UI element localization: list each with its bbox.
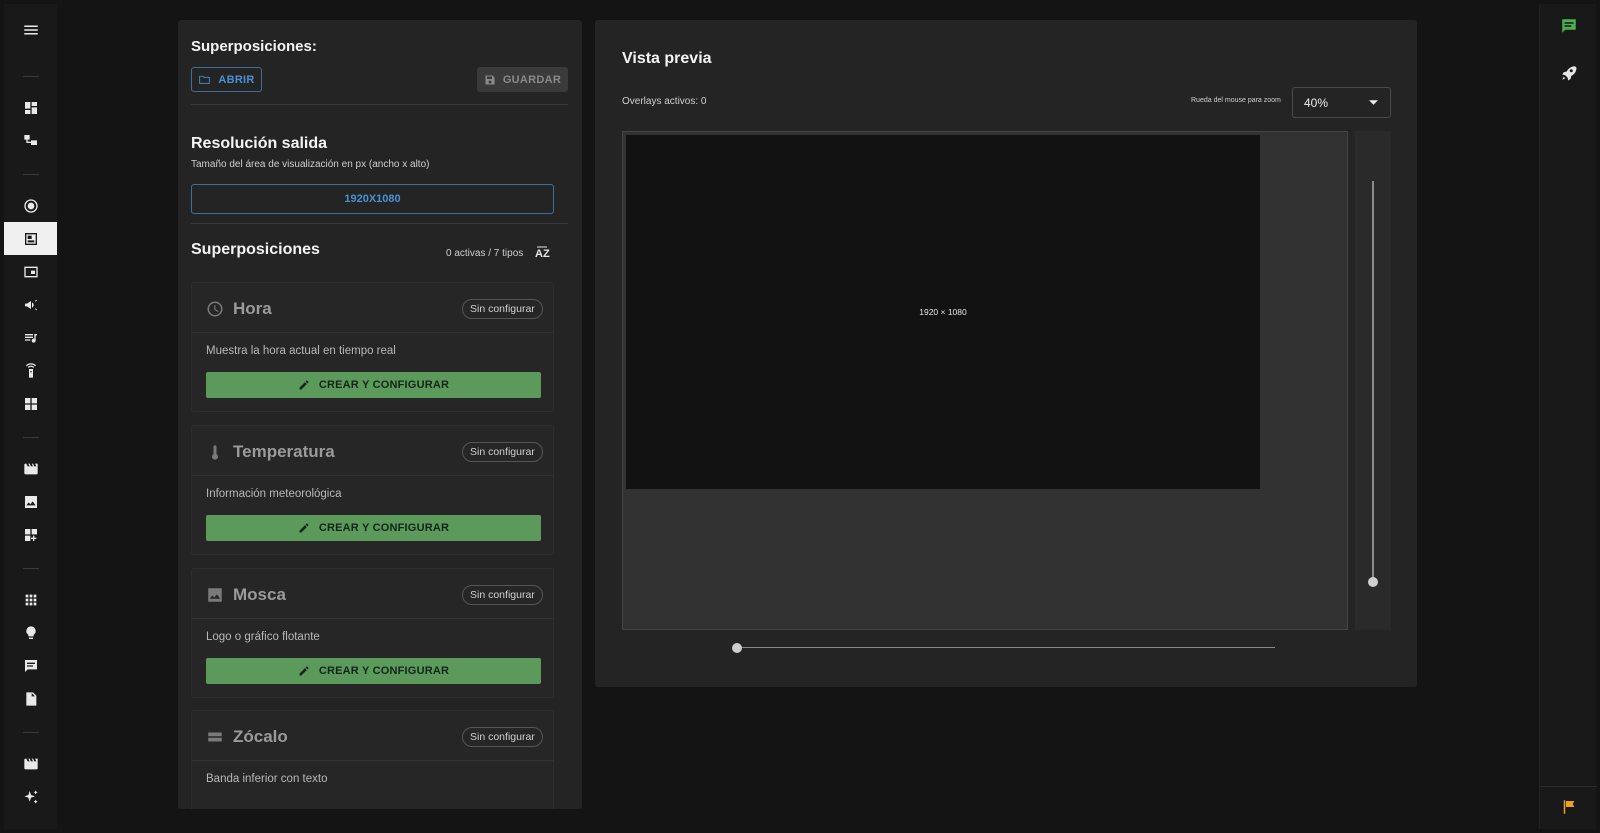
horizontal-scroll-thumb[interactable] bbox=[732, 643, 742, 653]
create-configure-label: CREAR Y CONFIGURAR bbox=[318, 665, 450, 677]
sparkle-icon[interactable] bbox=[4, 780, 57, 813]
resolution-subtitle: Tamaño del área de visualización en px (… bbox=[191, 159, 430, 170]
hierarchy-icon[interactable] bbox=[4, 124, 57, 157]
add-widget-icon[interactable] bbox=[4, 518, 57, 551]
movie-icon[interactable] bbox=[4, 452, 57, 485]
app-frame: Superposiciones: ABRIR GUARDAR Resolució… bbox=[0, 0, 1600, 833]
overlays-heading: Superposiciones: bbox=[191, 38, 317, 55]
document-icon[interactable] bbox=[4, 682, 57, 715]
image-icon[interactable] bbox=[4, 485, 57, 518]
menu-icon[interactable] bbox=[4, 13, 57, 46]
overlays-count: 0 activas / 7 tipos bbox=[446, 248, 524, 259]
left-navigation bbox=[4, 4, 57, 829]
open-button[interactable]: ABRIR bbox=[191, 67, 262, 92]
nav-divider bbox=[23, 437, 39, 438]
card-description: Información meteorológica bbox=[206, 488, 342, 500]
clock-icon bbox=[206, 300, 224, 318]
overlay-card-hora: Hora Sin configurar Muestra la hora actu… bbox=[191, 282, 554, 412]
card-title: Mosca bbox=[233, 585, 286, 604]
canvas-size-label: 1920 × 1080 bbox=[919, 307, 967, 317]
create-configure-label: CREAR Y CONFIGURAR bbox=[318, 379, 450, 391]
status-chip: Sin configurar bbox=[462, 299, 543, 319]
apps-grid-icon[interactable] bbox=[4, 583, 57, 616]
status-chip: Sin configurar bbox=[462, 442, 543, 462]
thermometer-icon bbox=[206, 443, 224, 461]
lower-third-icon bbox=[206, 728, 224, 746]
rail-divider bbox=[1540, 786, 1597, 787]
overlay-card-temperatura: Temperatura Sin configurar Información m… bbox=[191, 425, 554, 555]
resolution-field[interactable]: 1920X1080 bbox=[191, 184, 554, 214]
lightbulb-icon[interactable] bbox=[4, 616, 57, 649]
card-title: Temperatura bbox=[233, 442, 335, 461]
image-icon bbox=[206, 586, 224, 604]
preview-title: Vista previa bbox=[622, 50, 712, 67]
dashboard-icon[interactable] bbox=[4, 91, 57, 124]
pencil-icon bbox=[299, 666, 309, 676]
create-configure-button[interactable]: CREAR Y CONFIGURAR bbox=[206, 372, 541, 398]
chat-icon[interactable] bbox=[4, 649, 57, 682]
nav-divider bbox=[23, 76, 39, 77]
zoom-hint: Rueda del mouse para zoom bbox=[1191, 97, 1281, 104]
preview-panel: Vista previa Overlays activos: 0 Rueda d… bbox=[595, 20, 1417, 687]
card-header: Zócalo Sin configurar bbox=[192, 711, 553, 761]
status-chip: Sin configurar bbox=[462, 585, 543, 605]
widgets-icon[interactable] bbox=[4, 387, 57, 420]
horizontal-scroll-track[interactable] bbox=[737, 647, 1275, 648]
preview-canvas[interactable]: 1920 × 1080 bbox=[626, 135, 1260, 489]
sort-az-icon[interactable]: AZ bbox=[534, 245, 552, 261]
section-divider bbox=[191, 223, 568, 224]
zoom-select[interactable]: 40% bbox=[1292, 87, 1391, 118]
save-icon bbox=[485, 75, 495, 84]
create-configure-button[interactable]: CREAR Y CONFIGURAR bbox=[206, 658, 541, 684]
playlist-icon[interactable] bbox=[4, 321, 57, 354]
overlay-icon[interactable] bbox=[4, 222, 57, 255]
create-configure-label: CREAR Y CONFIGURAR bbox=[318, 522, 450, 534]
right-rail bbox=[1539, 4, 1597, 829]
nav-divider bbox=[23, 732, 39, 733]
nav-divider bbox=[23, 174, 39, 175]
open-button-label: ABRIR bbox=[218, 73, 255, 86]
card-description: Muestra la hora actual en tiempo real bbox=[206, 345, 396, 357]
preview-area[interactable]: 1920 × 1080 bbox=[622, 131, 1348, 630]
film-icon[interactable] bbox=[4, 747, 57, 780]
card-header: Temperatura Sin configurar bbox=[192, 426, 553, 476]
overlays-panel: Superposiciones: ABRIR GUARDAR Resolució… bbox=[178, 20, 582, 809]
remote-icon[interactable] bbox=[4, 354, 57, 387]
zoom-value: 40% bbox=[1304, 95, 1329, 110]
save-button-label: GUARDAR bbox=[502, 73, 562, 86]
card-header: Mosca Sin configurar bbox=[192, 569, 553, 619]
record-icon[interactable] bbox=[4, 189, 57, 222]
card-title: Zócalo bbox=[233, 727, 288, 746]
save-button[interactable]: GUARDAR bbox=[477, 67, 568, 92]
chat-icon[interactable] bbox=[1540, 11, 1597, 41]
picture-in-picture-icon[interactable] bbox=[4, 255, 57, 288]
dropdown-arrow-icon bbox=[1369, 100, 1378, 105]
svg-text:AZ: AZ bbox=[535, 248, 550, 260]
vertical-scroll-thumb[interactable] bbox=[1368, 577, 1378, 587]
megaphone-icon[interactable] bbox=[4, 288, 57, 321]
overlay-card-zocalo: Zócalo Sin configurar Banda inferior con… bbox=[191, 710, 554, 809]
flag-icon[interactable] bbox=[1540, 792, 1597, 822]
pencil-icon bbox=[299, 380, 309, 390]
overlay-card-mosca: Mosca Sin configurar Logo o gráfico flot… bbox=[191, 568, 554, 698]
active-overlays-count: Overlays activos: 0 bbox=[622, 96, 707, 107]
card-description: Banda inferior con texto bbox=[206, 773, 328, 785]
overlays-list-title: Superposiciones bbox=[191, 241, 320, 258]
folder-icon bbox=[199, 75, 211, 84]
section-divider bbox=[191, 104, 568, 105]
resolution-title: Resolución salida bbox=[191, 135, 328, 152]
create-configure-button[interactable]: CREAR Y CONFIGURAR bbox=[206, 515, 541, 541]
vertical-scroll-track[interactable] bbox=[1372, 181, 1374, 584]
pencil-icon bbox=[299, 523, 309, 533]
card-header: Hora Sin configurar bbox=[192, 283, 553, 333]
nav-divider bbox=[23, 568, 39, 569]
card-title: Hora bbox=[233, 299, 272, 318]
vertical-scroll[interactable] bbox=[1355, 131, 1391, 630]
rocket-icon[interactable] bbox=[1540, 58, 1597, 88]
status-chip: Sin configurar bbox=[462, 727, 543, 747]
card-description: Logo o gráfico flotante bbox=[206, 631, 320, 643]
